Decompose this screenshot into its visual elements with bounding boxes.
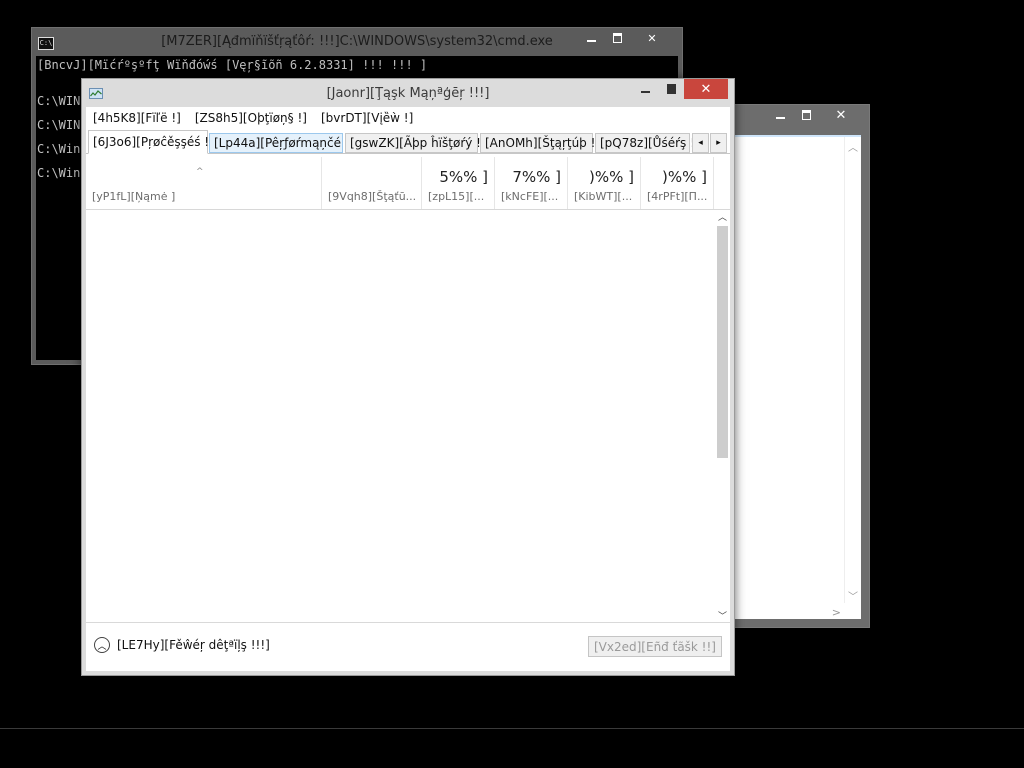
console-line: C:\Win bbox=[37, 166, 81, 180]
minimize-button[interactable] bbox=[578, 28, 604, 48]
column-header-row: ^ [yP1fL][Ņąmė ] [9Vqh8][Šţąťū... 5%% ] … bbox=[86, 157, 730, 210]
scroll-right-icon[interactable]: > bbox=[832, 606, 841, 619]
tab-users[interactable]: [pQ78z][Ůśéŕş !] bbox=[595, 133, 700, 153]
menu-options[interactable]: [ZS8h5][Oþţïøņ§ !] bbox=[188, 111, 314, 125]
column-cpu[interactable]: 5%% ] [zpL15][... bbox=[422, 157, 495, 209]
scroll-up-icon[interactable]: ︿ bbox=[718, 210, 727, 223]
footer-bar: ︿ [LE7Hy][Fěŵéŗ dêţªïļş !!!] [Vx2ed][Eñđ… bbox=[86, 622, 730, 671]
close-button[interactable]: ✕ bbox=[684, 79, 728, 99]
maximize-button[interactable] bbox=[604, 28, 630, 48]
menu-bar: [4h5K8][Fïľë !] [ZS8h5][Oþţïøņ§ !] [bvrD… bbox=[86, 107, 730, 129]
column-status[interactable]: [9Vqh8][Šţąťū... bbox=[322, 157, 422, 209]
tab-app-history[interactable]: [gswZK][Ãþp ĥïšţøŕý !!] bbox=[345, 133, 490, 153]
fewer-details-label: [LE7Hy][Fěŵéŗ dêţªïļş !!!] bbox=[117, 638, 270, 652]
maximize-button[interactable] bbox=[658, 79, 684, 99]
close-button[interactable]: ✕ bbox=[630, 28, 674, 48]
maximize-button[interactable] bbox=[793, 105, 819, 125]
process-list[interactable]: ︿ ﹀ bbox=[86, 210, 730, 622]
scroll-up-icon[interactable]: ︿ bbox=[848, 139, 858, 154]
column-disk[interactable]: )%% ] [KibWT][... bbox=[568, 157, 641, 209]
scroll-down-icon[interactable]: ﹀ bbox=[848, 588, 858, 603]
background-window-content: ︿ ﹀ > bbox=[734, 135, 861, 619]
background-window[interactable]: ✕ ︿ ﹀ > bbox=[733, 104, 870, 628]
tab-performance[interactable]: [Lp44a][Pêŗƒøŕmąņčé !!] bbox=[209, 133, 359, 153]
console-line: C:\WIN bbox=[37, 94, 81, 108]
scroll-down-icon[interactable]: ﹀ bbox=[718, 609, 727, 622]
tab-scroll-left-icon[interactable]: ◂ bbox=[692, 133, 709, 153]
cmd-titlebar[interactable]: C:\ [M7ZER][Ąđmïňïšťŗąťôŕ: !!!]C:\WINDOW… bbox=[32, 28, 682, 55]
fewer-details-button[interactable]: ︿ [LE7Hy][Fěŵéŗ dêţªïļş !!!] bbox=[94, 637, 270, 653]
scroll-thumb[interactable] bbox=[717, 226, 728, 458]
close-button[interactable]: ✕ bbox=[819, 105, 863, 125]
column-memory[interactable]: 7%% ] [kNcFE][... bbox=[495, 157, 568, 209]
task-manager-window[interactable]: [Jaonr][Ţąşk Mąņªģēŗ !!!] ✕ [4h5K8][Fïľë… bbox=[81, 78, 735, 676]
tab-scroll-right-icon[interactable]: ▸ bbox=[710, 133, 727, 153]
console-line: C:\WIN bbox=[37, 118, 81, 132]
sort-ascending-icon: ^ bbox=[196, 167, 204, 177]
column-name[interactable]: ^ [yP1fL][Ņąmė ] bbox=[86, 157, 322, 209]
vertical-scrollbar[interactable]: ︿ ﹀ bbox=[715, 210, 730, 622]
tab-startup[interactable]: [AnOMh][Šţąŗţúþ !] bbox=[480, 133, 600, 153]
menu-view[interactable]: [bvrDT][Vįȅẁ !] bbox=[314, 111, 420, 125]
tab-strip: [6J3o6][Pŗøĉěşşéś !!] [Lp44a][Pêŗƒøŕmąņč… bbox=[86, 130, 730, 156]
console-line: C:\Win bbox=[37, 142, 81, 156]
menu-file[interactable]: [4h5K8][Fïľë !] bbox=[86, 111, 188, 125]
tab-processes[interactable]: [6J3o6][Pŗøĉěşşéś !!] bbox=[88, 130, 219, 154]
task-manager-titlebar[interactable]: [Jaonr][Ţąşk Mąņªģēŗ !!!] ✕ bbox=[82, 79, 734, 107]
vertical-scrollbar[interactable]: ︿ ﹀ bbox=[844, 137, 861, 603]
end-task-button[interactable]: [Vx2ed][Eñđ ťãšk !!] bbox=[588, 636, 722, 657]
console-line: [BncvJ][Mïćŕºşºfţ Wïňđóẃś [Vęŗ§ĩõñ 6.2.8… bbox=[37, 58, 428, 72]
minimize-button[interactable] bbox=[632, 79, 658, 99]
column-network[interactable]: )%% ] [4rPFt][П... bbox=[641, 157, 714, 209]
taskbar-edge bbox=[0, 728, 1024, 729]
minimize-button[interactable] bbox=[767, 105, 793, 125]
chevron-up-icon: ︿ bbox=[94, 637, 110, 653]
